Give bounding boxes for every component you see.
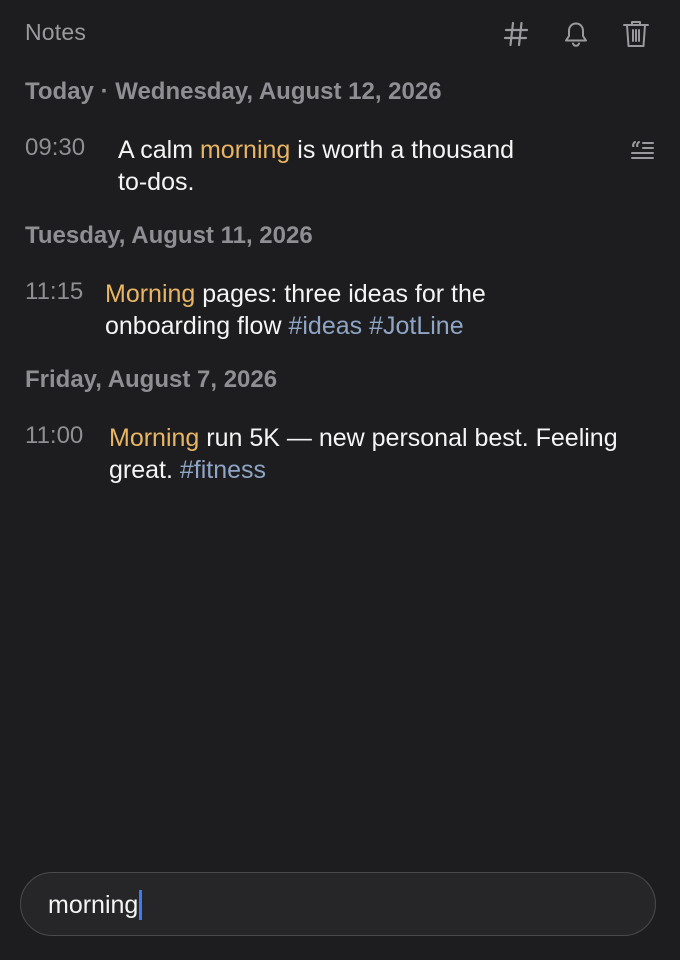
hashtag-link[interactable]: #fitness [180,456,266,484]
note-entry[interactable]: 11:15 Morning pages: three ideas for the… [25,278,660,344]
note-text-segment: pages: three ideas for the [195,280,486,308]
search-highlight: morning [199,136,291,164]
hashtag-link[interactable]: #JotLine [369,312,464,340]
search-highlight: Morning [109,424,200,452]
note-time: 09:30 [25,134,86,161]
trash-button[interactable] [616,14,656,54]
note-time: 11:00 [25,422,84,449]
note-entry[interactable]: 09:30 A calm morning is worth a thousand… [25,134,660,200]
note-text: A calm morning is worth a thousand to-do… [118,134,588,198]
note-text: Morning pages: three ideas for the onboa… [105,278,645,342]
note-text-segment: great. [109,456,180,484]
note-time: 11:15 [25,278,84,305]
quote-format-icon [628,141,656,170]
note-text-segment: A calm [118,136,200,164]
note-line: Morning pages: three ideas for the [105,278,645,310]
note-entry[interactable]: 11:00 Morning run 5K — new personal best… [25,422,660,488]
day-heading: Friday, August 7, 2026 [25,366,278,393]
app-title: Notes [25,19,87,45]
hashtag-link[interactable]: #ideas [288,312,362,340]
header: Notes [0,0,680,66]
search-highlight: Morning [105,280,196,308]
search-query: morning [48,891,139,919]
notes-app: Notes Today · Wednesday, August 12, 2026… [0,0,680,960]
trash-icon [622,19,650,49]
note-line: to-dos. [118,166,588,198]
note-text-segment: to-dos. [118,168,195,196]
hashtag-icon [503,21,529,47]
text-caret [139,890,143,920]
note-line: great. #fitness [109,454,660,486]
reminders-button[interactable] [556,14,596,54]
note-text-segment: is worth a thousand [290,136,515,164]
note-text: Morning run 5K — new personal best. Feel… [109,422,660,486]
day-heading: Tuesday, August 11, 2026 [25,222,313,249]
bell-icon [562,20,590,48]
quote-format-button[interactable] [628,138,656,166]
tags-button[interactable] [496,14,536,54]
search-input[interactable]: morning [48,889,143,921]
search-bar[interactable]: morning [20,872,656,936]
note-text-segment: run 5K — new personal best. Feeling [199,424,618,452]
note-line: A calm morning is worth a thousand [118,134,588,166]
note-text-segment: onboarding flow [105,312,289,340]
day-heading: Today · Wednesday, August 12, 2026 [25,78,442,105]
note-line: Morning run 5K — new personal best. Feel… [109,422,660,454]
note-line: onboarding flow #ideas #JotLine [105,310,645,342]
